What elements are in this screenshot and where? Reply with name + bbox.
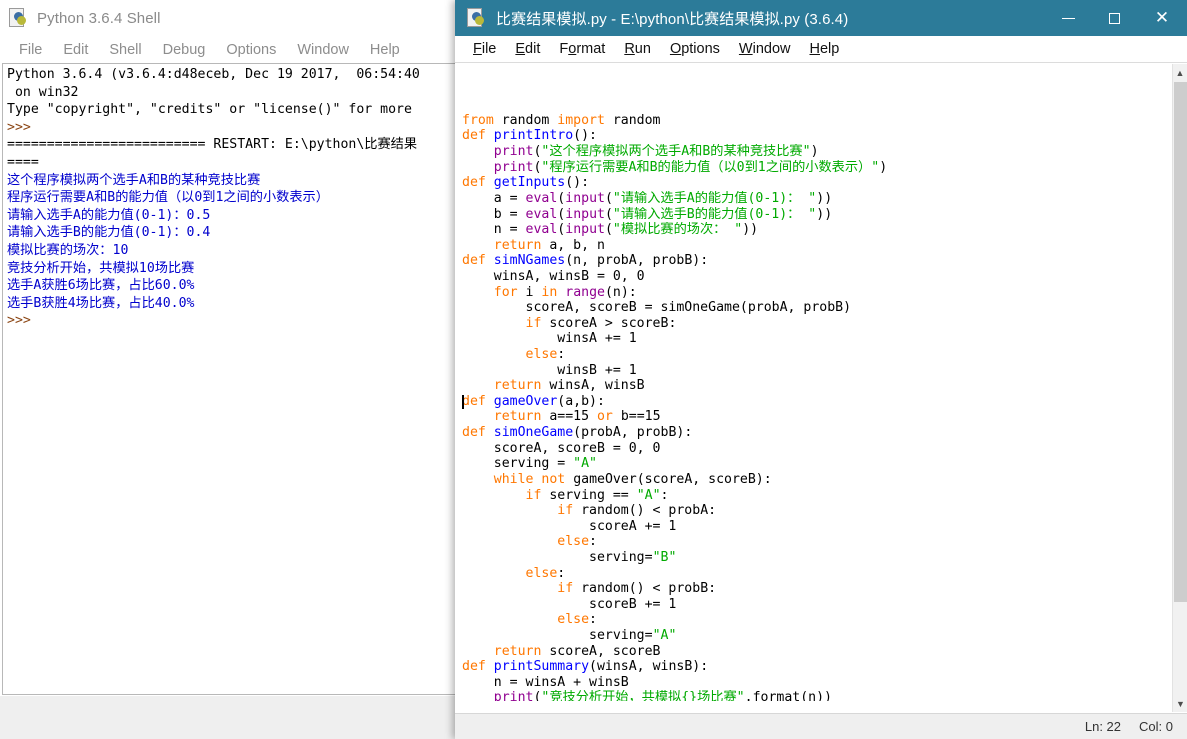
python-editor-window[interactable]: 比赛结果模拟.py - E:\python\比赛结果模拟.py (3.6.4) … bbox=[455, 0, 1187, 739]
code-line: else: bbox=[462, 534, 597, 550]
code-line: print("这个程序模拟两个选手A和B的某种竞技比赛") bbox=[462, 144, 819, 160]
code-editor-area[interactable]: from random import random def printIntro(… bbox=[458, 64, 1171, 712]
scroll-down-icon[interactable]: ▼ bbox=[1173, 695, 1187, 712]
code-line: def gameOver(a,b): bbox=[462, 393, 605, 409]
shell-menu-window[interactable]: Window bbox=[288, 40, 361, 60]
shell-menu-debug[interactable]: Debug bbox=[154, 40, 218, 60]
code-line: if random() < probB: bbox=[462, 581, 717, 597]
shell-titlebar[interactable]: Python 3.6.4 Shell bbox=[0, 0, 470, 36]
shell-output-line: 这个程序模拟两个选手A和B的某种竞技比赛 bbox=[7, 172, 261, 188]
code-line: return a, b, n bbox=[462, 237, 605, 253]
shell-output-line: ==== bbox=[7, 154, 39, 170]
editor-menu-help[interactable]: Help bbox=[802, 39, 851, 59]
code-line: n = eval(input("模拟比赛的场次： ")) bbox=[462, 222, 759, 238]
code-line: def printIntro(): bbox=[462, 128, 597, 144]
code-line: scoreB += 1 bbox=[462, 596, 677, 612]
code-line: winsB += 1 bbox=[462, 362, 637, 378]
code-line: def printSummary(winsA, winsB): bbox=[462, 659, 709, 675]
editor-titlebar[interactable]: 比赛结果模拟.py - E:\python\比赛结果模拟.py (3.6.4) … bbox=[455, 0, 1187, 36]
text-caret bbox=[462, 395, 464, 410]
code-line: for i in range(n): bbox=[462, 284, 637, 300]
editor-vertical-scrollbar[interactable]: ▲ ▼ bbox=[1172, 64, 1187, 712]
code-line: else: bbox=[462, 347, 566, 363]
editor-menu-file[interactable]: File bbox=[465, 39, 507, 59]
editor-menu-window[interactable]: Window bbox=[731, 39, 802, 59]
shell-output-line: 程序运行需要A和B的能力值（以0到1之间的小数表示） bbox=[7, 190, 329, 206]
code-line: if random() < probA: bbox=[462, 503, 717, 519]
close-button[interactable]: ✕ bbox=[1137, 0, 1187, 36]
shell-output-line: 模拟比赛的场次：10 bbox=[7, 242, 129, 258]
code-line: a = eval(input("请输入选手A的能力值(0-1)： ")) bbox=[462, 190, 833, 206]
editor-menubar[interactable]: File Edit Format Run Options Window Help bbox=[455, 36, 1187, 63]
code-line: return winsA, winsB bbox=[462, 378, 645, 394]
window-controls[interactable]: ✕ bbox=[1045, 0, 1187, 36]
source-code-text: from random import random def printIntro(… bbox=[458, 64, 1171, 712]
shell-output-line: Type "copyright", "credits" or "license(… bbox=[7, 102, 412, 118]
code-line: serving="A" bbox=[462, 627, 677, 643]
shell-bottom-filler bbox=[0, 696, 470, 739]
code-line: def getInputs(): bbox=[462, 175, 590, 191]
code-line: scoreA, scoreB = simOneGame(probA, probB… bbox=[462, 300, 852, 316]
code-line: else: bbox=[462, 565, 566, 581]
shell-output-line: 竞技分析开始，共模拟10场比赛 bbox=[7, 260, 195, 276]
maximize-button[interactable] bbox=[1091, 0, 1137, 36]
code-line: def simOneGame(probA, probB): bbox=[462, 425, 693, 441]
close-icon: ✕ bbox=[1154, 8, 1170, 27]
scroll-up-icon[interactable]: ▲ bbox=[1173, 64, 1187, 81]
shell-output-line: 请输入选手A的能力值(0-1)：0.5 bbox=[7, 207, 211, 223]
editor-menu-run[interactable]: Run bbox=[616, 39, 662, 59]
shell-output-line: >>> bbox=[7, 119, 31, 135]
shell-window-title: Python 3.6.4 Shell bbox=[37, 9, 161, 27]
shell-menu-shell[interactable]: Shell bbox=[100, 40, 153, 60]
shell-menu-help[interactable]: Help bbox=[361, 40, 412, 60]
code-line: return scoreA, scoreB bbox=[462, 643, 661, 659]
scrollbar-thumb[interactable] bbox=[1174, 82, 1187, 602]
shell-output-line: 选手B获胜4场比赛，占比40.0% bbox=[7, 295, 195, 311]
code-line: serving="B" bbox=[462, 549, 677, 565]
code-line: serving = "A" bbox=[462, 456, 597, 472]
shell-menu-file[interactable]: File bbox=[10, 40, 54, 60]
code-line: scoreA, scoreB = 0, 0 bbox=[462, 440, 661, 456]
shell-output-line: 请输入选手B的能力值(0-1)：0.4 bbox=[7, 225, 211, 241]
code-line: while not gameOver(scoreA, scoreB): bbox=[462, 471, 772, 487]
shell-output-line: 选手A获胜6场比赛，占比60.0% bbox=[7, 278, 195, 294]
code-line: b = eval(input("请输入选手B的能力值(0-1)： ")) bbox=[462, 206, 833, 222]
code-line: else: bbox=[462, 612, 597, 628]
editor-menu-options[interactable]: Options bbox=[662, 39, 731, 59]
code-line: winsA += 1 bbox=[462, 331, 637, 347]
shell-menubar[interactable]: File Edit Shell Debug Options Window Hel… bbox=[0, 36, 470, 63]
editor-horizontal-scrollbar[interactable] bbox=[458, 701, 1171, 712]
shell-output-text: Python 3.6.4 (v3.6.4:d48eceb, Dec 19 201… bbox=[3, 64, 457, 330]
code-line: winsA, winsB = 0, 0 bbox=[462, 268, 645, 284]
shell-output-line: on win32 bbox=[7, 84, 79, 100]
shell-menu-edit[interactable]: Edit bbox=[54, 40, 100, 60]
editor-statusbar: Ln: 22 Col: 0 bbox=[455, 713, 1187, 739]
shell-output-line: Python 3.6.4 (v3.6.4:d48eceb, Dec 19 201… bbox=[7, 67, 420, 82]
code-line: if serving == "A": bbox=[462, 487, 669, 503]
editor-menu-edit[interactable]: Edit bbox=[507, 39, 551, 59]
python-file-icon bbox=[467, 8, 487, 28]
shell-menu-options[interactable]: Options bbox=[217, 40, 288, 60]
code-line: print("程序运行需要A和B的能力值（以0到1之间的小数表示）") bbox=[462, 159, 888, 175]
maximize-icon bbox=[1108, 12, 1120, 24]
python-shell-window[interactable]: Python 3.6.4 Shell File Edit Shell Debug… bbox=[0, 0, 470, 739]
shell-output-line: >>> bbox=[7, 313, 31, 329]
code-line: if scoreA > scoreB: bbox=[462, 315, 677, 331]
shell-output-area[interactable]: Python 3.6.4 (v3.6.4:d48eceb, Dec 19 201… bbox=[2, 63, 457, 695]
status-column-number: Col: 0 bbox=[1139, 719, 1173, 734]
code-line: def simNGames(n, probA, probB): bbox=[462, 253, 709, 269]
minimize-icon bbox=[1061, 17, 1075, 19]
editor-window-title: 比赛结果模拟.py - E:\python\比赛结果模拟.py (3.6.4) bbox=[496, 10, 849, 28]
code-line: from random import random bbox=[462, 112, 661, 128]
minimize-button[interactable] bbox=[1045, 0, 1091, 36]
code-line: n = winsA + winsB bbox=[462, 674, 629, 690]
status-line-number: Ln: 22 bbox=[1084, 719, 1122, 734]
editor-menu-format[interactable]: Format bbox=[551, 39, 616, 59]
code-line: return a==15 or b==15 bbox=[462, 409, 661, 425]
code-line: scoreA += 1 bbox=[462, 518, 677, 534]
shell-output-line: ========================= RESTART: E:\py… bbox=[7, 137, 418, 153]
python-file-icon bbox=[9, 8, 29, 28]
